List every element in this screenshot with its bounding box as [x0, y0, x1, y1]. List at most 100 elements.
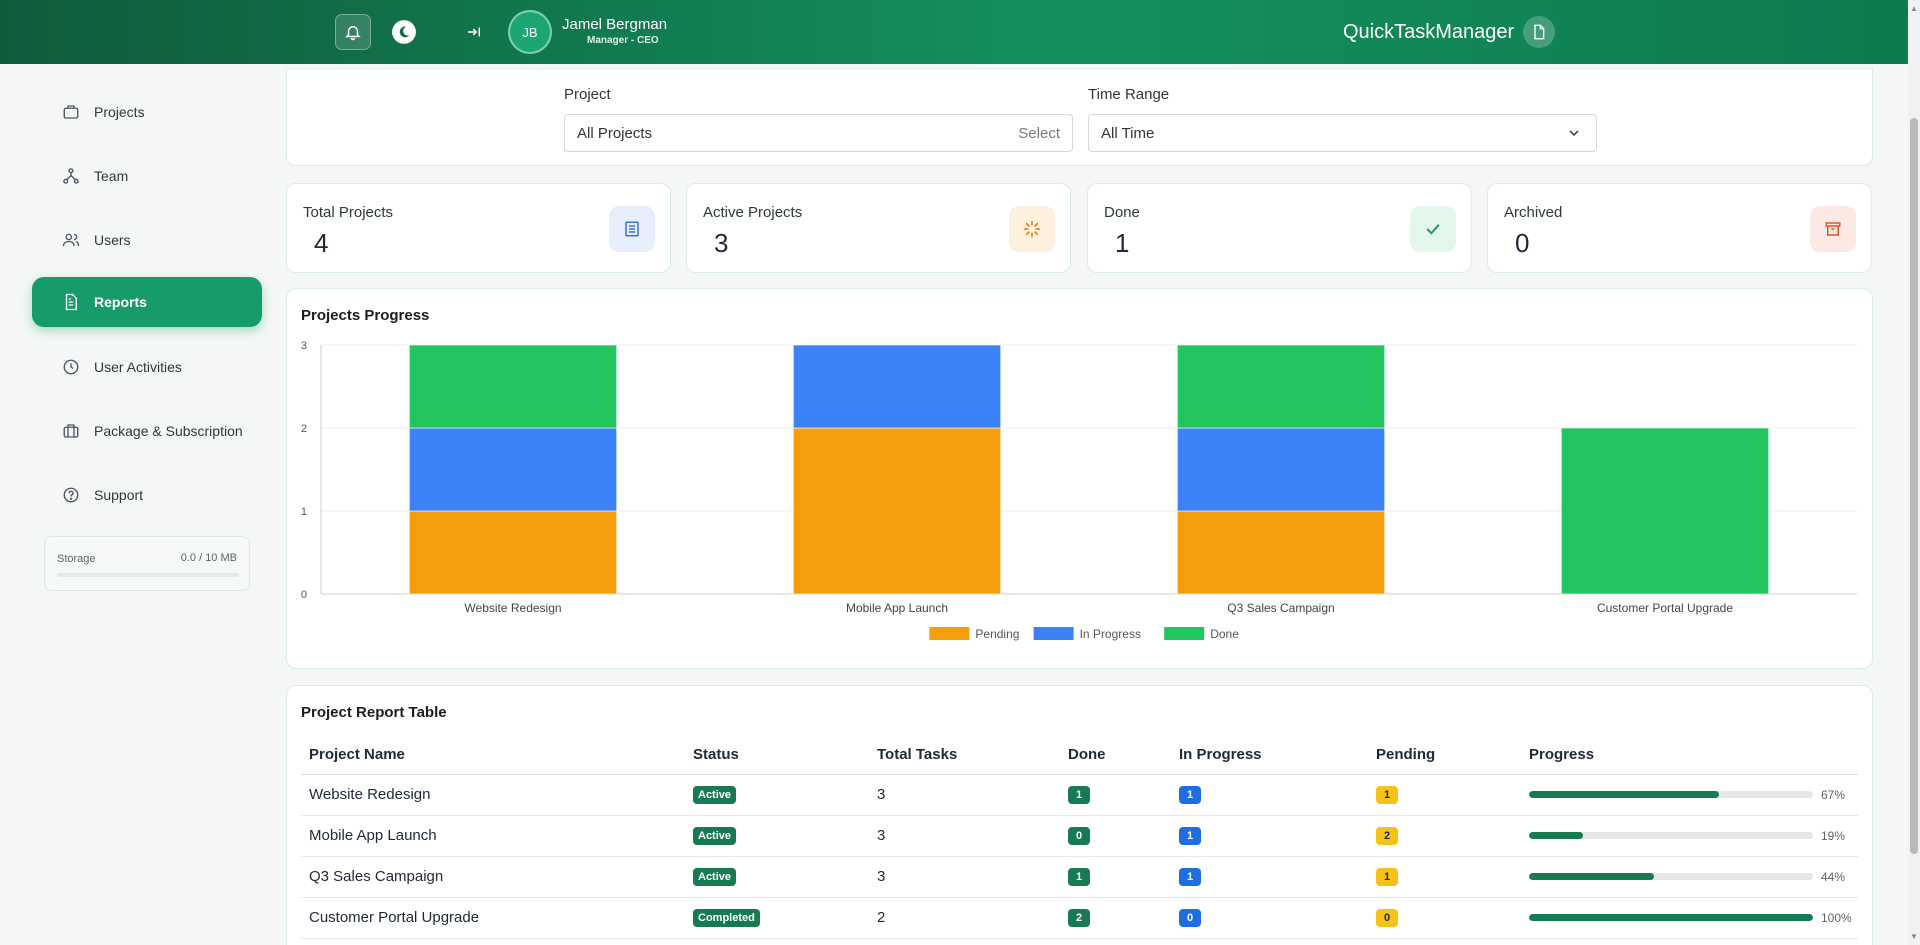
in-progress-cell: 1: [1171, 856, 1368, 898]
storage-value: 0.0 / 10 MB: [180, 552, 237, 564]
status-badge: Active: [693, 786, 737, 804]
done-cell: 1: [1060, 856, 1171, 898]
top-bar: JB Jamel Bergman Manager - CEO QuickTask…: [0, 0, 1908, 64]
total-tasks-cell: 3: [869, 815, 1060, 857]
pending-count-badge: 2: [1376, 827, 1398, 845]
in-progress-count-badge: 1: [1179, 786, 1201, 804]
column-header: In Progress: [1171, 736, 1368, 775]
bar-segment-in-progress: [408, 427, 618, 512]
column-header: Progress: [1521, 736, 1858, 775]
stat-value: 4: [314, 228, 329, 258]
y-tick-label: 1: [301, 506, 307, 518]
legend-swatch: [1164, 627, 1205, 640]
bar-segment-done: [1560, 427, 1770, 595]
progress-bar-fill: [1529, 832, 1583, 839]
sidebar-item-label: Support: [94, 487, 144, 503]
total-tasks-cell: 3: [869, 774, 1060, 816]
collapse-icon: [468, 27, 480, 37]
sidebar-item-projects[interactable]: Projects: [32, 87, 262, 137]
user-role: Manager - CEO: [587, 35, 659, 46]
project-name-cell: Customer Portal Upgrade: [301, 897, 685, 939]
sidebar-item-user-activities[interactable]: User Activities: [32, 342, 262, 392]
table-row[interactable]: Mobile App Launch Active 3 0 1 2 19%: [301, 815, 1858, 857]
done-count-badge: 2: [1068, 909, 1090, 927]
project-name-cell: Q3 Sales Campaign: [301, 856, 685, 898]
stat-total-projects: Total Projects 4: [286, 183, 671, 273]
total-tasks-cell: 3: [869, 856, 1060, 898]
done-count-badge: 1: [1068, 868, 1090, 886]
bar-segment-pending: [792, 427, 1002, 595]
progress-cell: 100%: [1521, 897, 1858, 939]
scroll-thumb[interactable]: [1910, 118, 1918, 854]
sidebar-item-team[interactable]: Team: [32, 151, 262, 201]
time-range-select[interactable]: All Time: [1088, 114, 1597, 152]
sidebar-item-label: Projects: [94, 104, 145, 120]
theme-toggle-button[interactable]: [386, 14, 422, 50]
project-select[interactable]: All Projects Select: [564, 114, 1073, 152]
progress-cell: 67%: [1521, 774, 1858, 816]
table-header-row: Project Name Status Total Tasks Done In …: [301, 736, 1858, 775]
in-progress-count-badge: 1: [1179, 827, 1201, 845]
project-name-cell: Mobile App Launch: [301, 815, 685, 857]
progress-percent: 19%: [1821, 828, 1846, 843]
avatar[interactable]: JB: [508, 10, 552, 54]
document-icon: [1534, 24, 1545, 40]
app-brand: QuickTaskManager: [1343, 21, 1515, 43]
projects-progress-chart: 0 1 2 3 Website Redesign Mobile App Launch Q3 …: [301, 340, 1857, 641]
pending-cell: 1: [1368, 774, 1521, 816]
y-tick-label: 2: [301, 423, 307, 435]
table-row[interactable]: Website Redesign Active 3 1 1 1 67%: [301, 774, 1858, 816]
legend-swatch: [929, 627, 970, 640]
legend-swatch: [1033, 627, 1074, 640]
done-cell: 2: [1060, 897, 1171, 939]
sidebar-item-label: Package & Subscription: [94, 423, 243, 439]
collapse-sidebar-button[interactable]: [456, 14, 492, 50]
storage-bar: [57, 573, 239, 577]
stat-archived: Archived 0: [1487, 183, 1872, 273]
sidebar-item-label: Reports: [94, 294, 147, 310]
pending-count-badge: 0: [1376, 909, 1398, 927]
stat-label: Done: [1104, 204, 1140, 221]
status-badge: Active: [693, 827, 737, 845]
status-cell: Active: [685, 856, 869, 898]
x-tick-label: Mobile App Launch: [846, 601, 948, 615]
notifications-button[interactable]: [335, 14, 371, 50]
table-row[interactable]: Q3 Sales Campaign Active 3 1 1 1 44%: [301, 856, 1858, 898]
bar-segment-pending: [408, 510, 618, 595]
sidebar-item-users[interactable]: Users: [32, 215, 262, 265]
filters-panel: Project All Projects Select Time Range A…: [286, 68, 1873, 166]
brand-document-button[interactable]: [1523, 16, 1555, 48]
progress-bar: [1529, 914, 1813, 921]
moon-icon: [392, 20, 416, 44]
stat-label: Archived: [1504, 204, 1563, 221]
project-report-card: Project Report Table Project Name Status…: [286, 685, 1873, 945]
stat-label: Total Projects: [303, 204, 394, 221]
sidebar-item-support[interactable]: Support: [32, 470, 262, 520]
spinner-icon: [1009, 206, 1055, 252]
y-tick-label: 3: [301, 340, 307, 352]
sidebar: Projects Team Users Reports User Activit…: [0, 64, 280, 945]
stat-value: 1: [1115, 228, 1130, 258]
in-progress-cell: 1: [1171, 815, 1368, 857]
project-select-hint: Select: [1018, 124, 1060, 142]
time-range-value: All Time: [1101, 124, 1155, 142]
user-name: Jamel Bergman: [562, 16, 668, 33]
archive-icon: [1810, 206, 1856, 252]
project-name-cell: Website Redesign: [301, 774, 685, 816]
pending-cell: 2: [1368, 815, 1521, 857]
done-cell: 0: [1060, 815, 1171, 857]
progress-percent: 100%: [1821, 910, 1852, 925]
sidebar-item-reports[interactable]: Reports: [32, 277, 262, 327]
scroll-down-arrow-icon[interactable]: ▼: [1910, 932, 1918, 941]
project-report-table: Project Name Status Total Tasks Done In …: [301, 736, 1858, 939]
report-icon: [60, 291, 82, 313]
progress-cell: 44%: [1521, 856, 1858, 898]
table-row[interactable]: Customer Portal Upgrade Completed 2 2 0 …: [301, 897, 1858, 939]
check-icon: [1410, 206, 1456, 252]
scroll-up-arrow-icon[interactable]: ▲: [1910, 4, 1918, 13]
progress-bar-fill: [1529, 873, 1654, 880]
pending-count-badge: 1: [1376, 786, 1398, 804]
sidebar-item-package-subscription[interactable]: Package & Subscription: [32, 406, 262, 456]
progress-percent: 67%: [1821, 787, 1846, 802]
page-scrollbar[interactable]: ▲ ▼: [1908, 0, 1920, 945]
